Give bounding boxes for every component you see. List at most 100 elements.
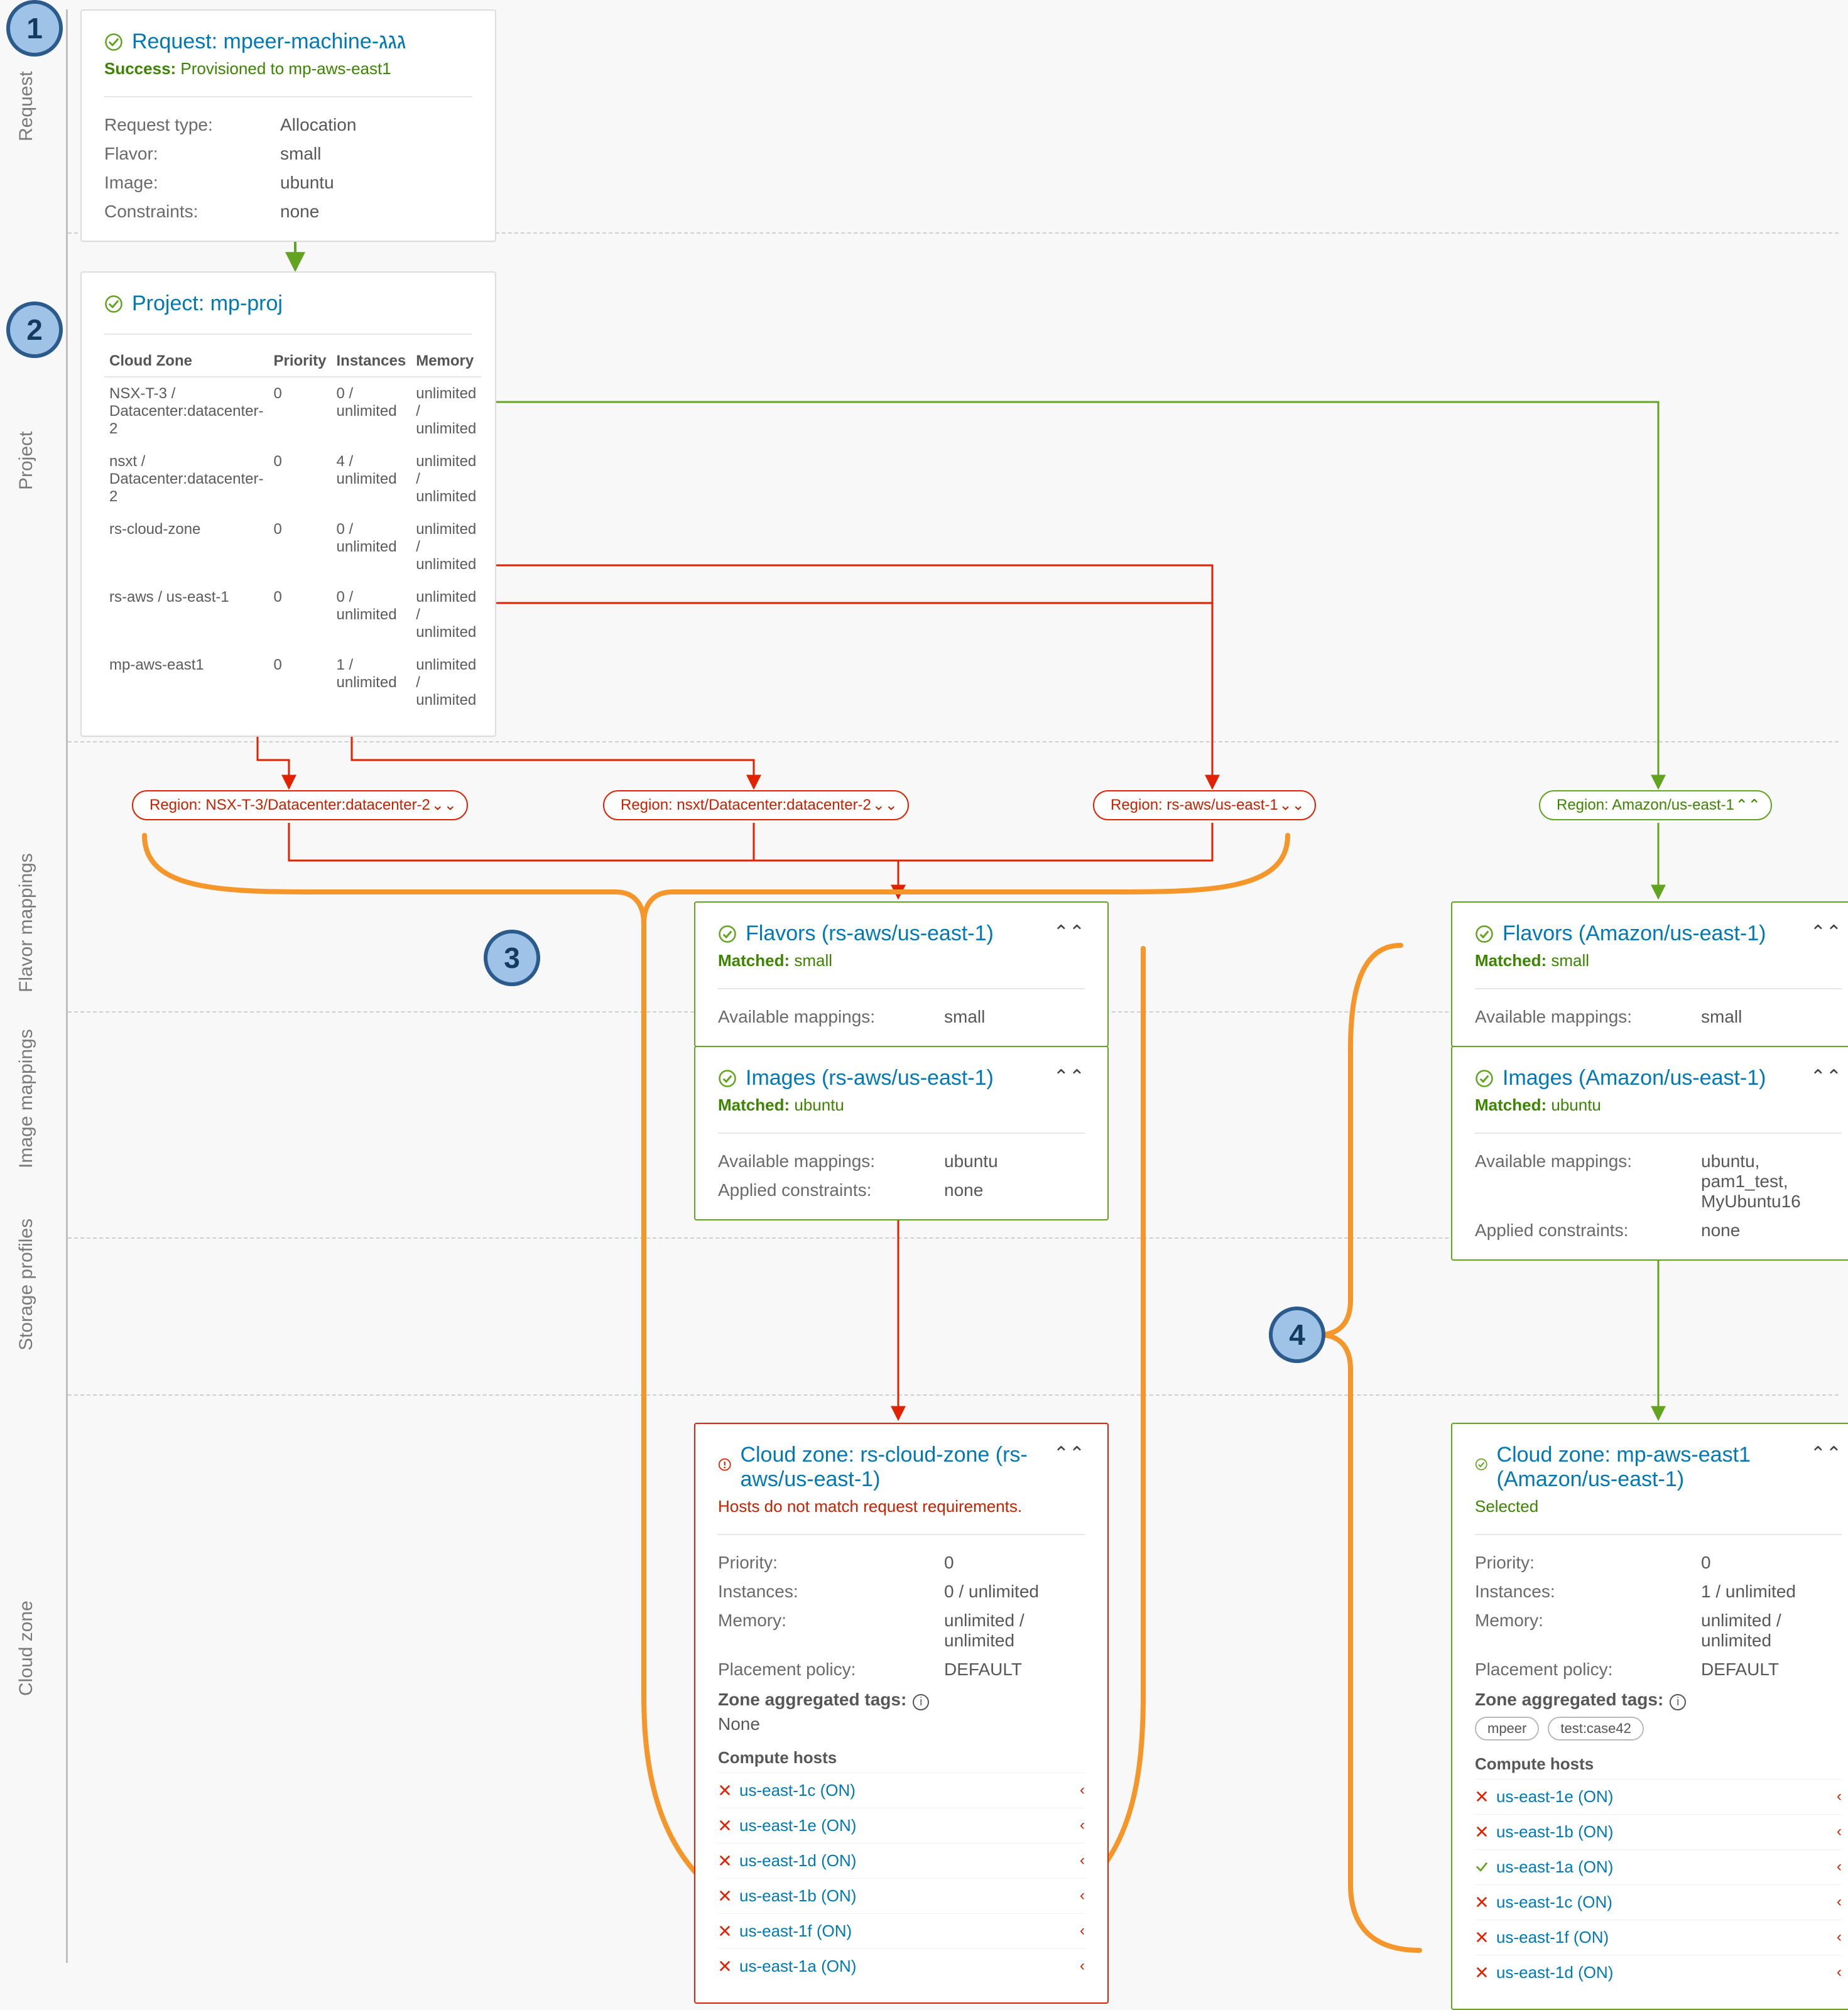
- section-axis: [66, 9, 68, 1963]
- info-icon[interactable]: i: [1670, 1694, 1686, 1710]
- chevron-left-icon[interactable]: ‹: [1837, 1928, 1842, 1946]
- project-title: Project: mp-proj: [132, 291, 283, 316]
- check-circle-icon: [1475, 1069, 1494, 1088]
- divider: [68, 741, 1839, 742]
- region-pill[interactable]: Region: NSX-T-3/Datacenter:datacenter-2 …: [132, 790, 468, 820]
- compute-host-row[interactable]: us-east-1e (ON)‹: [1475, 1779, 1842, 1814]
- check-circle-icon: [1475, 1458, 1488, 1477]
- chevron-left-icon[interactable]: ‹: [1837, 1964, 1842, 1981]
- x-icon: [1475, 1825, 1489, 1839]
- cloudzone-title: Cloud zone: rs-cloud-zone (rs-aws/us-eas…: [740, 1443, 1045, 1492]
- chevron-up-icon: ⌃⌃: [1736, 796, 1761, 815]
- check-circle-icon: [1475, 925, 1494, 943]
- region-pill[interactable]: Region: Amazon/us-east-1 ⌃⌃: [1539, 790, 1772, 820]
- host-name: us-east-1b (ON): [1496, 1822, 1613, 1842]
- info-icon[interactable]: i: [913, 1694, 929, 1710]
- chevron-left-icon[interactable]: ‹: [1080, 1887, 1085, 1904]
- tag-chip: test:case42: [1548, 1717, 1644, 1741]
- section-label-flavor: Flavor mappings: [16, 955, 37, 992]
- step-badge-4: 4: [1269, 1306, 1325, 1363]
- step-badge-3: 3: [484, 930, 540, 986]
- compute-host-row[interactable]: us-east-1a (ON) ‹: [718, 1948, 1085, 1984]
- chevron-down-icon: ⌄⌄: [1280, 796, 1305, 815]
- flavors-title: Flavors (rs-aws/us-east-1): [746, 921, 994, 946]
- project-zone-table: Cloud Zone Priority Instances Memory NSX…: [104, 346, 481, 717]
- check-circle-icon: [718, 1069, 737, 1088]
- region-pill[interactable]: Region: rs-aws/us-east-1 ⌄⌄: [1093, 790, 1316, 820]
- compute-host-row[interactable]: us-east-1a (ON) ‹: [1475, 1849, 1842, 1884]
- x-icon: [718, 1889, 732, 1903]
- region-pill[interactable]: Region: nsxt/Datacenter:datacenter-2 ⌄⌄: [603, 790, 909, 820]
- flavors-title: Flavors (Amazon/us-east-1): [1503, 921, 1766, 946]
- x-icon: [1475, 1930, 1489, 1944]
- compute-host-row[interactable]: us-east-1d (ON) ‹: [718, 1843, 1085, 1878]
- collapse-icon[interactable]: ⌃⌃: [1046, 1443, 1085, 1465]
- x-icon: [1475, 1790, 1489, 1803]
- compute-host-row[interactable]: us-east-1c (ON) ‹: [718, 1773, 1085, 1808]
- host-name: us-east-1a (ON): [1496, 1857, 1613, 1877]
- chevron-left-icon[interactable]: ‹: [1837, 1858, 1842, 1876]
- chevron-left-icon[interactable]: ‹: [1837, 1893, 1842, 1911]
- images-card-rs: Images (rs-aws/us-east-1) Matched: ubunt…: [694, 1046, 1109, 1220]
- compute-host-row[interactable]: us-east-1c (ON) ‹: [1475, 1884, 1842, 1920]
- request-title: Request: mpeer-machine-גגג: [132, 30, 406, 54]
- tag-list: mpeertest:case42: [1475, 1717, 1842, 1741]
- collapse-icon[interactable]: ⌃⌃: [1046, 1066, 1085, 1088]
- host-name: us-east-1f (ON): [739, 1921, 852, 1941]
- compute-hosts-heading: Compute hosts: [718, 1748, 1085, 1768]
- host-name: us-east-1e (ON): [739, 1816, 856, 1835]
- compute-host-row[interactable]: us-east-1f (ON) ‹: [718, 1913, 1085, 1948]
- images-title: Images (rs-aws/us-east-1): [746, 1066, 994, 1090]
- provisioning-diagram: Request Project Flavor mappings Image ma…: [0, 0, 1848, 1963]
- chevron-left-icon[interactable]: ‹: [1080, 1922, 1085, 1940]
- chevron-left-icon[interactable]: ‹: [1837, 1823, 1842, 1840]
- section-label-storage: Storage profiles: [16, 1313, 37, 1350]
- collapse-icon[interactable]: ⌃⌃: [1046, 921, 1085, 943]
- compute-hosts-list: us-east-1c (ON)‹us-east-1e (ON)‹us-east-…: [718, 1773, 1085, 1984]
- compute-hosts-heading: Compute hosts: [1475, 1754, 1842, 1774]
- x-icon: [718, 1959, 732, 1973]
- x-icon: [718, 1924, 732, 1938]
- chevron-left-icon[interactable]: ‹: [1080, 1817, 1085, 1834]
- host-name: us-east-1d (ON): [739, 1851, 856, 1871]
- check-icon: [1475, 1860, 1489, 1874]
- host-name: us-east-1a (ON): [739, 1957, 856, 1976]
- cloudzone-title: Cloud zone: mp-aws-east1 (Amazon/us-east…: [1497, 1443, 1803, 1492]
- step-badge-2: 2: [6, 302, 63, 358]
- collapse-icon[interactable]: ⌃⌃: [1803, 1066, 1842, 1088]
- compute-host-row[interactable]: us-east-1b (ON) ‹: [718, 1878, 1085, 1913]
- x-icon: [718, 1854, 732, 1867]
- section-label-project: Project: [16, 452, 37, 490]
- chevron-left-icon[interactable]: ‹: [1080, 1957, 1085, 1975]
- host-name: us-east-1d (ON): [1496, 1963, 1613, 1982]
- chevron-down-icon: ⌄⌄: [872, 796, 898, 815]
- compute-host-row[interactable]: us-east-1b (ON) ‹: [1475, 1814, 1842, 1849]
- request-card: Request: mpeer-machine-גגג Success: Prov…: [80, 9, 496, 242]
- project-card: Project: mp-proj Cloud Zone Priority Ins…: [80, 271, 496, 737]
- collapse-icon[interactable]: ⌃⌃: [1803, 921, 1842, 943]
- chevron-left-icon[interactable]: ‹: [1837, 1788, 1842, 1805]
- compute-host-row[interactable]: us-east-1d (ON) ‹: [1475, 1955, 1842, 1990]
- chevron-left-icon[interactable]: ‹: [1080, 1781, 1085, 1799]
- check-circle-icon: [104, 295, 123, 313]
- host-name: us-east-1f (ON): [1496, 1928, 1609, 1947]
- check-circle-icon: [104, 33, 123, 52]
- compute-host-row[interactable]: us-east-1f (ON) ‹: [1475, 1920, 1842, 1955]
- table-row: rs-aws / us-east-100 / unlimitedunlimite…: [104, 581, 481, 649]
- table-row: NSX-T-3 / Datacenter:datacenter-200 / un…: [104, 377, 481, 445]
- chevron-left-icon[interactable]: ‹: [1080, 1852, 1085, 1869]
- request-fields: Request type:Allocation Flavor:small Ima…: [104, 115, 472, 222]
- divider: [68, 1394, 1839, 1396]
- section-label-cloudzone: Cloud zone: [16, 1658, 37, 1696]
- host-name: us-east-1c (ON): [1496, 1893, 1612, 1912]
- error-circle-icon: [718, 1458, 731, 1477]
- compute-host-row[interactable]: us-east-1e (ON) ‹: [718, 1808, 1085, 1843]
- x-icon: [1475, 1965, 1489, 1979]
- cloudzone-card-az: Cloud zone: mp-aws-east1 (Amazon/us-east…: [1451, 1423, 1848, 2010]
- host-name: us-east-1b (ON): [739, 1886, 856, 1906]
- host-name: us-east-1c (ON): [739, 1781, 856, 1800]
- cloudzone-card-rs: Cloud zone: rs-cloud-zone (rs-aws/us-eas…: [694, 1423, 1109, 2004]
- collapse-icon[interactable]: ⌃⌃: [1803, 1443, 1842, 1465]
- x-icon: [1475, 1895, 1489, 1909]
- chevron-down-icon: ⌄⌄: [432, 796, 457, 815]
